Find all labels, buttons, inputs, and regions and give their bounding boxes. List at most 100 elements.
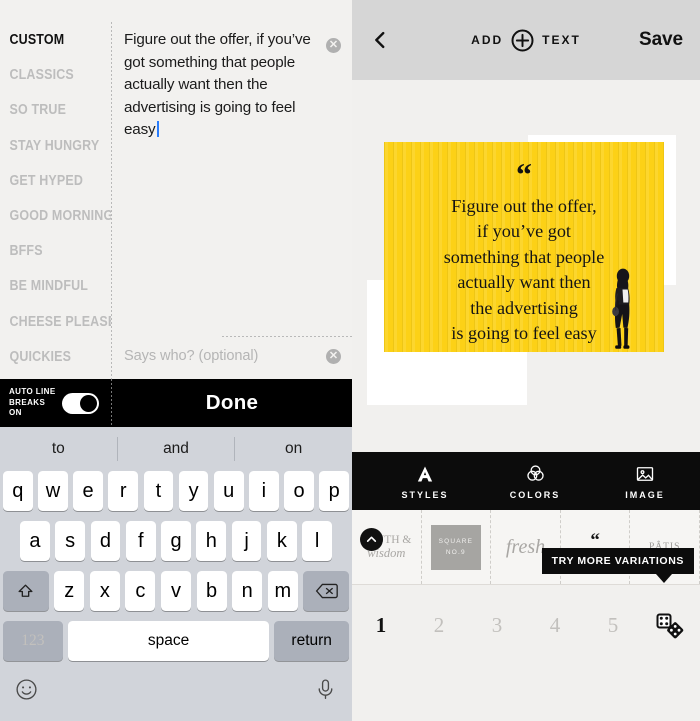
category-label: SO TRUE xyxy=(9,102,67,119)
tab-label: IMAGE xyxy=(625,489,665,500)
walking-woman-photo xyxy=(612,268,630,349)
category-label: BFFS xyxy=(9,243,43,260)
category-item-bffs[interactable]: BFFS xyxy=(0,241,95,276)
tab-styles[interactable]: STYLES xyxy=(370,463,480,500)
numbers-key[interactable]: 123 xyxy=(3,621,63,661)
quote-input[interactable]: Figure out the offer, if you’ve got some… xyxy=(111,0,352,299)
category-item-get-hyped[interactable]: GET HYPED xyxy=(0,171,95,206)
done-button[interactable]: Done xyxy=(112,391,352,415)
dice-shuffle-icon[interactable] xyxy=(642,613,700,639)
keyboard-row-1: q w e r t y u i o p xyxy=(0,471,352,511)
key-p[interactable]: p xyxy=(319,471,349,511)
key-n[interactable]: n xyxy=(232,571,263,611)
key-j[interactable]: j xyxy=(231,521,262,561)
key-y[interactable]: y xyxy=(178,471,209,511)
author-input[interactable]: Says who? (optional) ✕ xyxy=(111,336,352,379)
thumb-line-1: SQUARE xyxy=(438,538,474,545)
key-x[interactable]: x xyxy=(89,571,120,611)
shift-icon[interactable] xyxy=(3,571,49,611)
tab-colors[interactable]: COLORS xyxy=(480,463,590,500)
text-editor-pane: CUSTOM CLASSICS SO TRUE STAY HUNGRY GET … xyxy=(0,0,352,721)
chevron-up-icon[interactable] xyxy=(360,528,383,551)
key-a[interactable]: a xyxy=(20,521,50,561)
quote-card[interactable]: “ Figure out the offer, if you’ve got so… xyxy=(384,142,664,352)
thumb-preview: SQUARE NO.9 xyxy=(430,524,481,570)
text-word: TEXT xyxy=(542,33,581,47)
category-item-quickies[interactable]: QUICKIES xyxy=(0,347,95,379)
microphone-icon[interactable] xyxy=(313,677,338,702)
category-item-so-true[interactable]: SO TRUE xyxy=(0,100,95,135)
style-thumb-square-no-9[interactable]: SQUARE NO.9 xyxy=(422,510,492,584)
category-item-stay-hungry[interactable]: STAY HUNGRY xyxy=(0,136,99,171)
key-i[interactable]: i xyxy=(249,471,279,511)
clear-quote-icon[interactable]: ✕ xyxy=(326,38,341,53)
preview-pane: ADD TEXT Save “ Figure out the offer, if… xyxy=(352,0,700,721)
thumb-line-2: NO.9 xyxy=(445,549,466,556)
key-b[interactable]: b xyxy=(196,571,227,611)
key-c[interactable]: c xyxy=(125,571,156,611)
add-word: ADD xyxy=(471,33,504,47)
category-label: BE MINDFUL xyxy=(9,278,89,295)
category-item-cheese-please[interactable]: CHEESE PLEASE xyxy=(0,312,111,347)
key-l[interactable]: l xyxy=(302,521,332,561)
suggestion-item[interactable]: on xyxy=(235,440,352,458)
key-s[interactable]: s xyxy=(55,521,85,561)
key-w[interactable]: w xyxy=(38,471,68,511)
category-item-be-mindful[interactable]: BE MINDFUL xyxy=(0,276,95,311)
key-d[interactable]: d xyxy=(90,521,121,561)
keyboard-row-4: 123 space return xyxy=(0,621,352,661)
key-k[interactable]: k xyxy=(267,521,297,561)
category-item-good-morning[interactable]: GOOD MORNING xyxy=(0,206,111,241)
keyboard-row-2: a s d f g h j k l xyxy=(0,521,352,561)
variation-1[interactable]: 1 xyxy=(352,613,410,638)
canvas-area[interactable]: “ Figure out the offer, if you’ve got so… xyxy=(352,80,700,452)
keyboard-bottom-row xyxy=(0,671,352,702)
category-label: GET HYPED xyxy=(9,172,84,189)
key-g[interactable]: g xyxy=(161,521,191,561)
key-e[interactable]: e xyxy=(73,471,103,511)
key-f[interactable]: f xyxy=(125,521,156,561)
variation-2[interactable]: 2 xyxy=(410,613,468,638)
category-label: QUICKIES xyxy=(9,348,72,365)
top-bar: ADD TEXT Save xyxy=(352,0,700,80)
return-key[interactable]: return xyxy=(274,621,350,661)
save-button[interactable]: Save xyxy=(639,29,683,51)
tab-image[interactable]: IMAGE xyxy=(590,463,700,500)
category-item-classics[interactable]: CLASSICS xyxy=(0,65,95,100)
key-r[interactable]: r xyxy=(108,471,139,511)
key-o[interactable]: o xyxy=(284,471,314,511)
suggestion-item[interactable]: to xyxy=(0,440,117,458)
category-label: GOOD MORNING xyxy=(9,207,111,224)
category-item-custom[interactable]: CUSTOM xyxy=(0,30,95,65)
text-caret xyxy=(157,121,160,138)
suggestion-item[interactable]: and xyxy=(118,440,235,458)
key-q[interactable]: q xyxy=(3,471,33,511)
category-list[interactable]: CUSTOM CLASSICS SO TRUE STAY HUNGRY GET … xyxy=(0,0,111,379)
letter-a-icon xyxy=(415,463,435,485)
editor-action-bar: AUTO LINE BREAKS ON Done xyxy=(0,379,352,427)
variation-4[interactable]: 4 xyxy=(526,613,584,638)
style-thumbnail-strip[interactable]: TRUTH & wisdom SQUARE NO.9 fresh “ Quota… xyxy=(352,510,700,584)
key-h[interactable]: h xyxy=(196,521,227,561)
key-z[interactable]: z xyxy=(54,571,85,611)
tab-label: COLORS xyxy=(509,489,561,500)
key-t[interactable]: t xyxy=(143,471,174,511)
auto-line-breaks-toggle[interactable] xyxy=(62,392,99,414)
auto-line-breaks-control[interactable]: AUTO LINE BREAKS ON xyxy=(0,387,111,419)
plus-circle-icon xyxy=(510,28,535,53)
venn-circles-icon xyxy=(525,463,546,485)
variation-number-bar: 1 2 3 4 5 xyxy=(352,584,700,666)
chevron-left-icon[interactable] xyxy=(369,29,391,51)
key-u[interactable]: u xyxy=(213,471,244,511)
key-v[interactable]: v xyxy=(161,571,191,611)
variation-5[interactable]: 5 xyxy=(584,613,642,638)
picture-icon xyxy=(635,463,655,485)
thumb-preview: fresh xyxy=(505,535,546,558)
backspace-icon[interactable] xyxy=(303,571,349,611)
space-key[interactable]: space xyxy=(68,621,269,661)
editor-zone: CUSTOM CLASSICS SO TRUE STAY HUNGRY GET … xyxy=(0,0,352,379)
clear-author-icon[interactable]: ✕ xyxy=(326,349,341,364)
emoji-icon[interactable] xyxy=(14,677,39,702)
variation-3[interactable]: 3 xyxy=(468,613,526,638)
key-m[interactable]: m xyxy=(267,571,298,611)
